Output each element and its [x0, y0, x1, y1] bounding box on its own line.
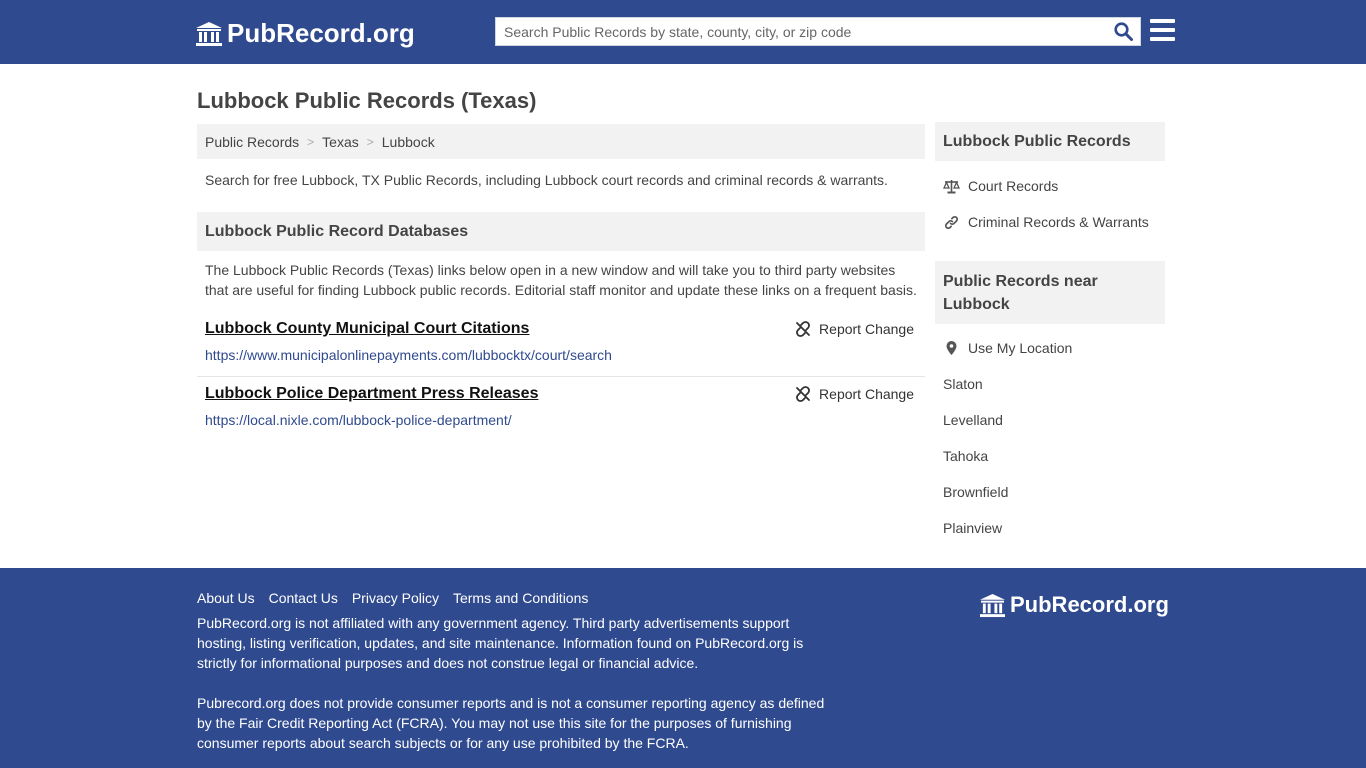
breadcrumb: Public Records > Texas > Lubbock	[197, 124, 925, 159]
nearby-city-link[interactable]: Tahoka	[943, 448, 988, 464]
sidebar-item-criminal-records[interactable]: Criminal Records & Warrants	[943, 214, 1149, 230]
sidebar-item-court-records[interactable]: Court Records	[943, 178, 1058, 194]
scale-icon	[943, 179, 960, 193]
breadcrumb-separator: >	[366, 134, 374, 149]
location-label: Use My Location	[968, 340, 1073, 356]
report-change-label: Report Change	[819, 386, 914, 402]
report-change-label: Report Change	[819, 321, 914, 337]
nearby-city-link[interactable]: Brownfield	[943, 484, 1008, 500]
record-title-link[interactable]: Lubbock County Municipal Court Citations	[205, 320, 529, 338]
search-input[interactable]	[496, 18, 1106, 45]
map-pin-icon	[946, 341, 957, 355]
footer-link-contact[interactable]: Contact Us	[269, 590, 338, 606]
logo-text: PubRecord.org	[227, 18, 415, 48]
broken-link-icon	[796, 321, 810, 337]
record-item: Lubbock Police Department Press Releases…	[197, 377, 925, 442]
search-bar	[495, 17, 1141, 46]
sidebar-item-label: Court Records	[968, 178, 1059, 194]
breadcrumb-separator: >	[307, 134, 315, 149]
footer-logo-text: PubRecord.org	[1010, 592, 1169, 617]
use-my-location-link[interactable]: Use My Location	[943, 340, 1072, 356]
search-icon	[1113, 22, 1133, 41]
footer-link-terms[interactable]: Terms and Conditions	[453, 590, 588, 606]
intro-text: Search for free Lubbock, TX Public Recor…	[205, 172, 888, 188]
sidebar-heading-records: Lubbock Public Records	[935, 122, 1165, 161]
nearby-city-link[interactable]: Plainview	[943, 520, 1002, 536]
nearby-city-link[interactable]: Levelland	[943, 412, 1003, 428]
sidebar-item-label: Criminal Records & Warrants	[968, 214, 1149, 230]
footer-logo[interactable]: PubRecord.org	[979, 592, 1169, 618]
record-title-link[interactable]: Lubbock Police Department Press Releases	[205, 385, 538, 403]
courthouse-icon	[196, 21, 222, 46]
search-button[interactable]	[1106, 18, 1140, 45]
footer-link-privacy[interactable]: Privacy Policy	[352, 590, 439, 606]
site-header: PubRecord.org	[0, 0, 1366, 64]
site-logo[interactable]: PubRecord.org	[195, 18, 415, 49]
footer-disclaimer: PubRecord.org is not affiliated with any…	[197, 615, 804, 671]
breadcrumb-lubbock[interactable]: Lubbock	[382, 134, 435, 150]
nearby-city-link[interactable]: Slaton	[943, 376, 983, 392]
record-item: Lubbock County Municipal Court Citations…	[197, 312, 925, 377]
courthouse-icon	[980, 593, 1005, 617]
footer-nav: About Us Contact Us Privacy Policy Terms…	[197, 590, 602, 606]
sidebar-heading-nearby: Public Records near Lubbock	[935, 261, 1165, 324]
record-url-link[interactable]: https://www.municipalonlinepayments.com/…	[205, 347, 612, 363]
databases-heading: Lubbock Public Record Databases	[197, 212, 925, 251]
page-title: Lubbock Public Records (Texas)	[197, 88, 537, 113]
link-icon	[945, 215, 958, 229]
footer-fcra-notice: Pubrecord.org does not provide consumer …	[197, 695, 825, 751]
footer-link-about[interactable]: About Us	[197, 590, 255, 606]
breadcrumb-texas[interactable]: Texas	[322, 134, 359, 150]
record-url-link[interactable]: https://local.nixle.com/lubbock-police-d…	[205, 412, 512, 428]
breadcrumb-public-records[interactable]: Public Records	[205, 134, 299, 150]
broken-link-icon	[796, 386, 810, 402]
report-change-button[interactable]: Report Change	[795, 321, 914, 337]
site-footer: About Us Contact Us Privacy Policy Terms…	[0, 568, 1366, 768]
databases-description: The Lubbock Public Records (Texas) links…	[205, 262, 917, 298]
hamburger-menu-icon[interactable]	[1150, 19, 1176, 43]
report-change-button[interactable]: Report Change	[795, 386, 914, 402]
